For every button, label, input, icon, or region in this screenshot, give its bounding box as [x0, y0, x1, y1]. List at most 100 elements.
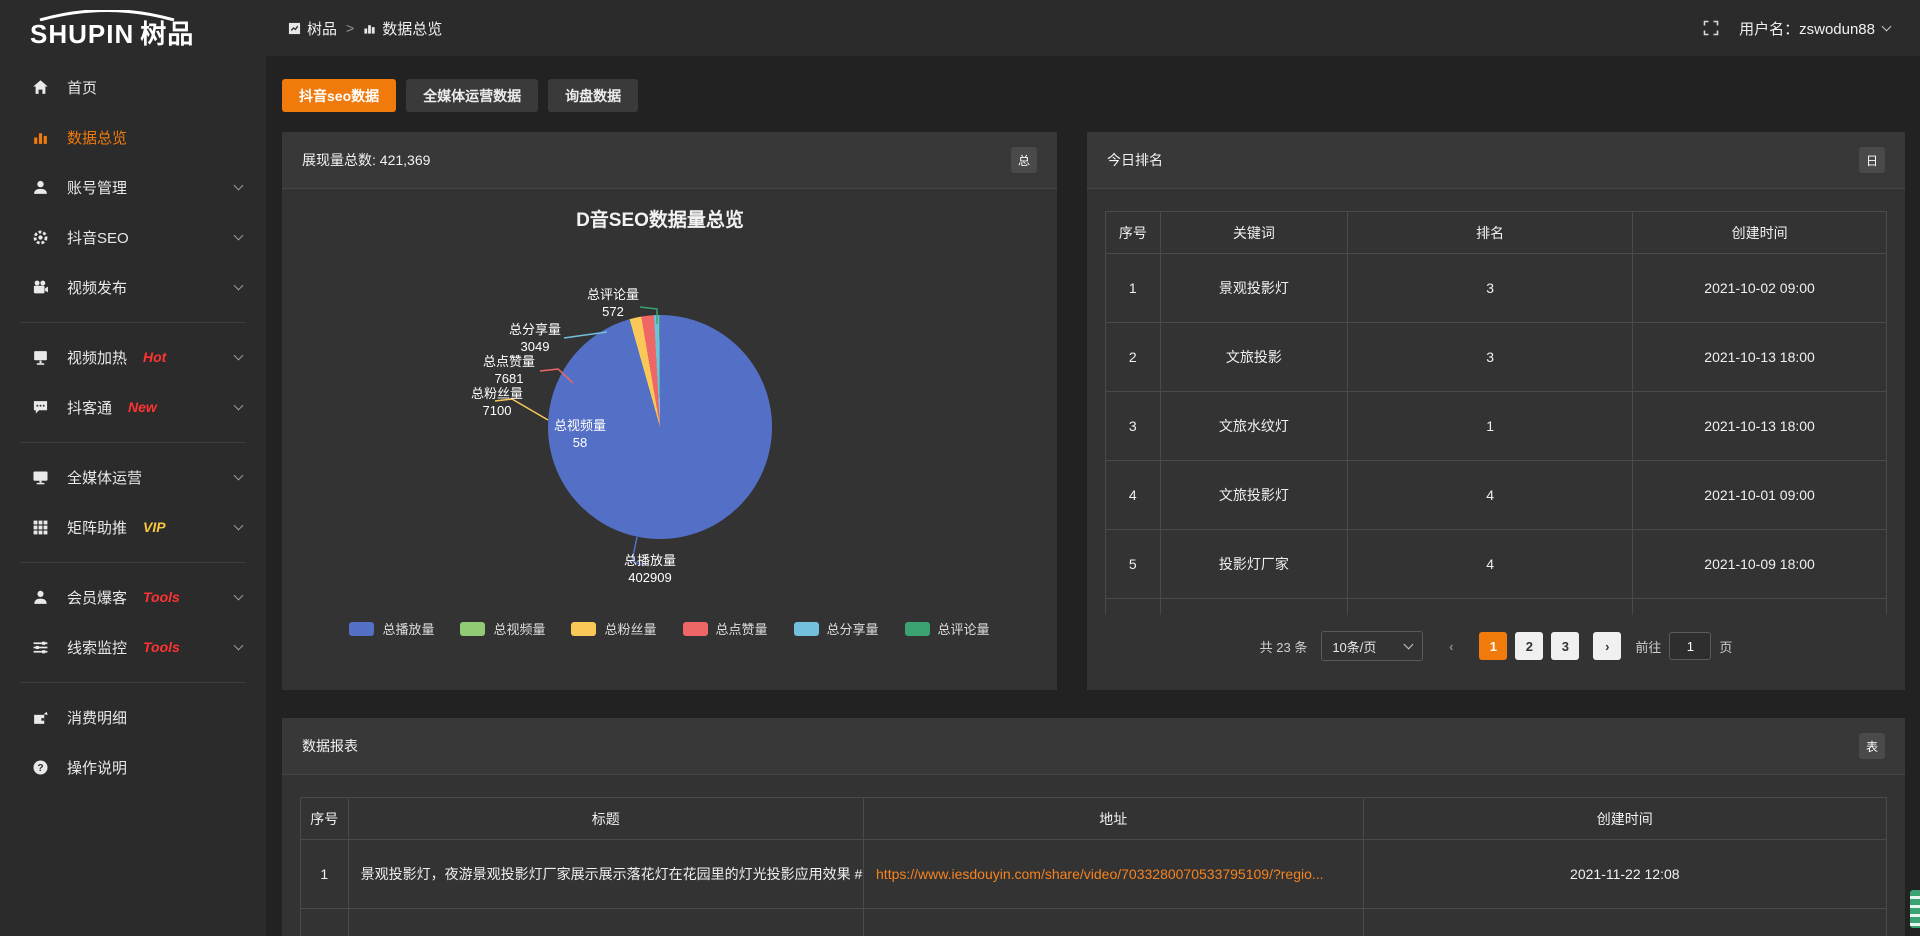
legend-swatch [794, 622, 819, 636]
fullscreen-icon[interactable] [1703, 20, 1719, 36]
breadcrumb-item-root[interactable]: 树品 [288, 18, 337, 39]
today-ranking-card: 今日排名 日 序号关键词排名创建时间1景观投影灯32021-10-02 09:0… [1087, 132, 1905, 690]
expense-icon [32, 709, 52, 726]
user-menu[interactable]: 用户名：zswodun88 [1739, 18, 1890, 39]
sidebar-badge-Tools: Tools [143, 589, 180, 605]
logo-text: SHUPIN树品 [30, 21, 266, 47]
legend-item-总分享量[interactable]: 总分享量 [794, 619, 879, 638]
sidebar-item-账号管理[interactable]: 账号管理 [0, 162, 266, 212]
total-view-button[interactable]: 总 [1011, 147, 1037, 173]
table-cell: 2 [1106, 323, 1161, 392]
sidebar-badge-Hot: Hot [143, 349, 166, 365]
sidebar-item-抖客通[interactable]: 抖客通New [0, 382, 266, 432]
chevron-down-icon [1404, 639, 1414, 649]
legend-item-总播放量[interactable]: 总播放量 [349, 619, 434, 638]
legend-item-总视频量[interactable]: 总视频量 [460, 619, 545, 638]
table-cell: 5 [1106, 530, 1161, 599]
chat-bubble-icon [32, 399, 52, 416]
column-header-关键词: 关键词 [1160, 212, 1347, 254]
prev-page-button[interactable]: ‹ [1437, 632, 1465, 660]
pie-label-plays: 总播放量402909 [590, 552, 710, 586]
pagination: 共 23 条 10条/页 ‹ 123 › 前往 页 [1105, 631, 1887, 661]
column-header-创建时间: 创建时间 [1363, 798, 1886, 840]
table-cell: 文旅水纹灯 [1160, 392, 1347, 461]
username-label: 用户名：zswodun88 [1739, 18, 1875, 39]
chevron-down-icon [234, 640, 244, 650]
tab-询盘数据[interactable]: 询盘数据 [548, 79, 638, 112]
table-cell: 投影灯厂家 [1160, 530, 1347, 599]
sidebar-item-抖音SEO[interactable]: 抖音SEO [0, 212, 266, 262]
tab-抖音seo数据[interactable]: 抖音seo数据 [282, 79, 396, 112]
table-cell [1363, 909, 1886, 936]
sidebar-item-消费明细[interactable]: 消费明细 [0, 692, 266, 742]
sidebar-item-全媒体运营[interactable]: 全媒体运营 [0, 452, 266, 502]
table-cell [348, 909, 863, 936]
floating-widget[interactable] [1910, 890, 1920, 928]
report-card-title: 数据报表 [302, 736, 358, 756]
logo-text-en: SHUPIN [30, 19, 134, 49]
table-view-button[interactable]: 表 [1859, 733, 1885, 759]
table-cell: 3 [1106, 392, 1161, 461]
legend-item-总点赞量[interactable]: 总点赞量 [683, 619, 768, 638]
breadcrumb-item-current[interactable]: 数据总览 [363, 18, 442, 39]
column-header-序号: 序号 [1106, 212, 1161, 254]
sidebar-item-首页[interactable]: 首页 [0, 62, 266, 112]
sidebar-item-label: 数据总览 [67, 127, 127, 148]
sidebar-item-视频发布[interactable]: 视频发布 [0, 262, 266, 312]
page-size-select[interactable]: 10条/页 [1321, 631, 1423, 661]
report-title-cell: 景观投影灯，夜游景观投影灯厂家展示展示落花灯在花园里的灯光投影应用效果 # [348, 840, 863, 909]
legend-item-总评论量[interactable]: 总评论量 [905, 619, 990, 638]
table-cell: 文旅投影 [1160, 323, 1347, 392]
chart-title: D音SEO数据量总览 [460, 205, 860, 232]
ranking-table-row: 2文旅投影32021-10-13 18:00 [1106, 323, 1887, 392]
tab-全媒体运营数据[interactable]: 全媒体运营数据 [406, 79, 538, 112]
legend-swatch [460, 622, 485, 636]
video-link[interactable]: https://www.iesdouyin.com/share/video/70… [876, 866, 1324, 882]
breadcrumb: 树品 > 数据总览 [288, 18, 442, 39]
table-cell: 4 [1348, 461, 1633, 530]
legend-swatch [571, 622, 596, 636]
sliders-icon [32, 639, 52, 656]
sidebar-item-数据总览[interactable]: 数据总览 [0, 112, 266, 162]
legend-label: 总粉丝量 [604, 619, 656, 638]
sidebar-item-会员爆客[interactable]: 会员爆客Tools [0, 572, 266, 622]
goto-label: 前往 [1635, 637, 1661, 656]
goto-page-input[interactable] [1669, 632, 1711, 660]
screen-play-icon [32, 349, 52, 366]
sidebar-item-线索监控[interactable]: 线索监控Tools [0, 622, 266, 672]
report-card-body: 序号标题地址创建时间1景观投影灯，夜游景观投影灯厂家展示展示落花灯在花园里的灯光… [282, 775, 1905, 936]
report-card-header: 数据报表 表 [282, 718, 1905, 775]
sidebar-item-矩阵助推[interactable]: 矩阵助推VIP [0, 502, 266, 552]
page-size-value: 10条/页 [1332, 637, 1376, 656]
next-page-button[interactable]: › [1593, 632, 1621, 660]
legend-swatch [349, 622, 374, 636]
chart-legend: 总播放量 总视频量 总粉丝量 总点赞量 总分享量 总评论量 [282, 619, 1057, 638]
video-camera-icon [32, 279, 52, 296]
sidebar-item-视频加热[interactable]: 视频加热 Hot [0, 332, 266, 382]
daily-view-button[interactable]: 日 [1859, 147, 1885, 173]
bar-chart-icon [32, 129, 52, 146]
sidebar-item-操作说明[interactable]: ?操作说明 [0, 742, 266, 792]
legend-item-总粉丝量[interactable]: 总粉丝量 [571, 619, 656, 638]
sidebar-item-label: 视频加热 [67, 347, 127, 368]
page-button-3[interactable]: 3 [1551, 632, 1579, 660]
top-header: SHUPIN树品 树品 > 数据总览 用户名：zswodun88 [0, 0, 1920, 56]
table-cell: 2021-10-13 18:00 [1633, 392, 1887, 461]
chevron-down-icon [234, 350, 244, 360]
sidebar-item-label: 视频发布 [67, 277, 127, 298]
legend-label: 总分享量 [827, 619, 879, 638]
sidebar: 首页数据总览账号管理抖音SEO 视频发布视频加热 Hot 抖客通New 全媒体运营矩阵助… [0, 56, 266, 936]
legend-label: 总视频量 [493, 619, 545, 638]
sidebar-divider [0, 672, 266, 692]
sidebar-item-label: 操作说明 [67, 757, 127, 778]
table-cell: 2021-10-13 18:00 [1633, 323, 1887, 392]
page-button-1[interactable]: 1 [1479, 632, 1507, 660]
ranking-table-row: 3文旅水纹灯12021-10-13 18:00 [1106, 392, 1887, 461]
grid-icon [32, 519, 52, 536]
sidebar-item-label: 全媒体运营 [67, 467, 142, 488]
chevron-down-icon [234, 400, 244, 410]
sidebar-item-label: 矩阵助推 [67, 517, 127, 538]
page-button-2[interactable]: 2 [1515, 632, 1543, 660]
table-cell: 4 [1348, 530, 1633, 599]
legend-swatch [905, 622, 930, 636]
